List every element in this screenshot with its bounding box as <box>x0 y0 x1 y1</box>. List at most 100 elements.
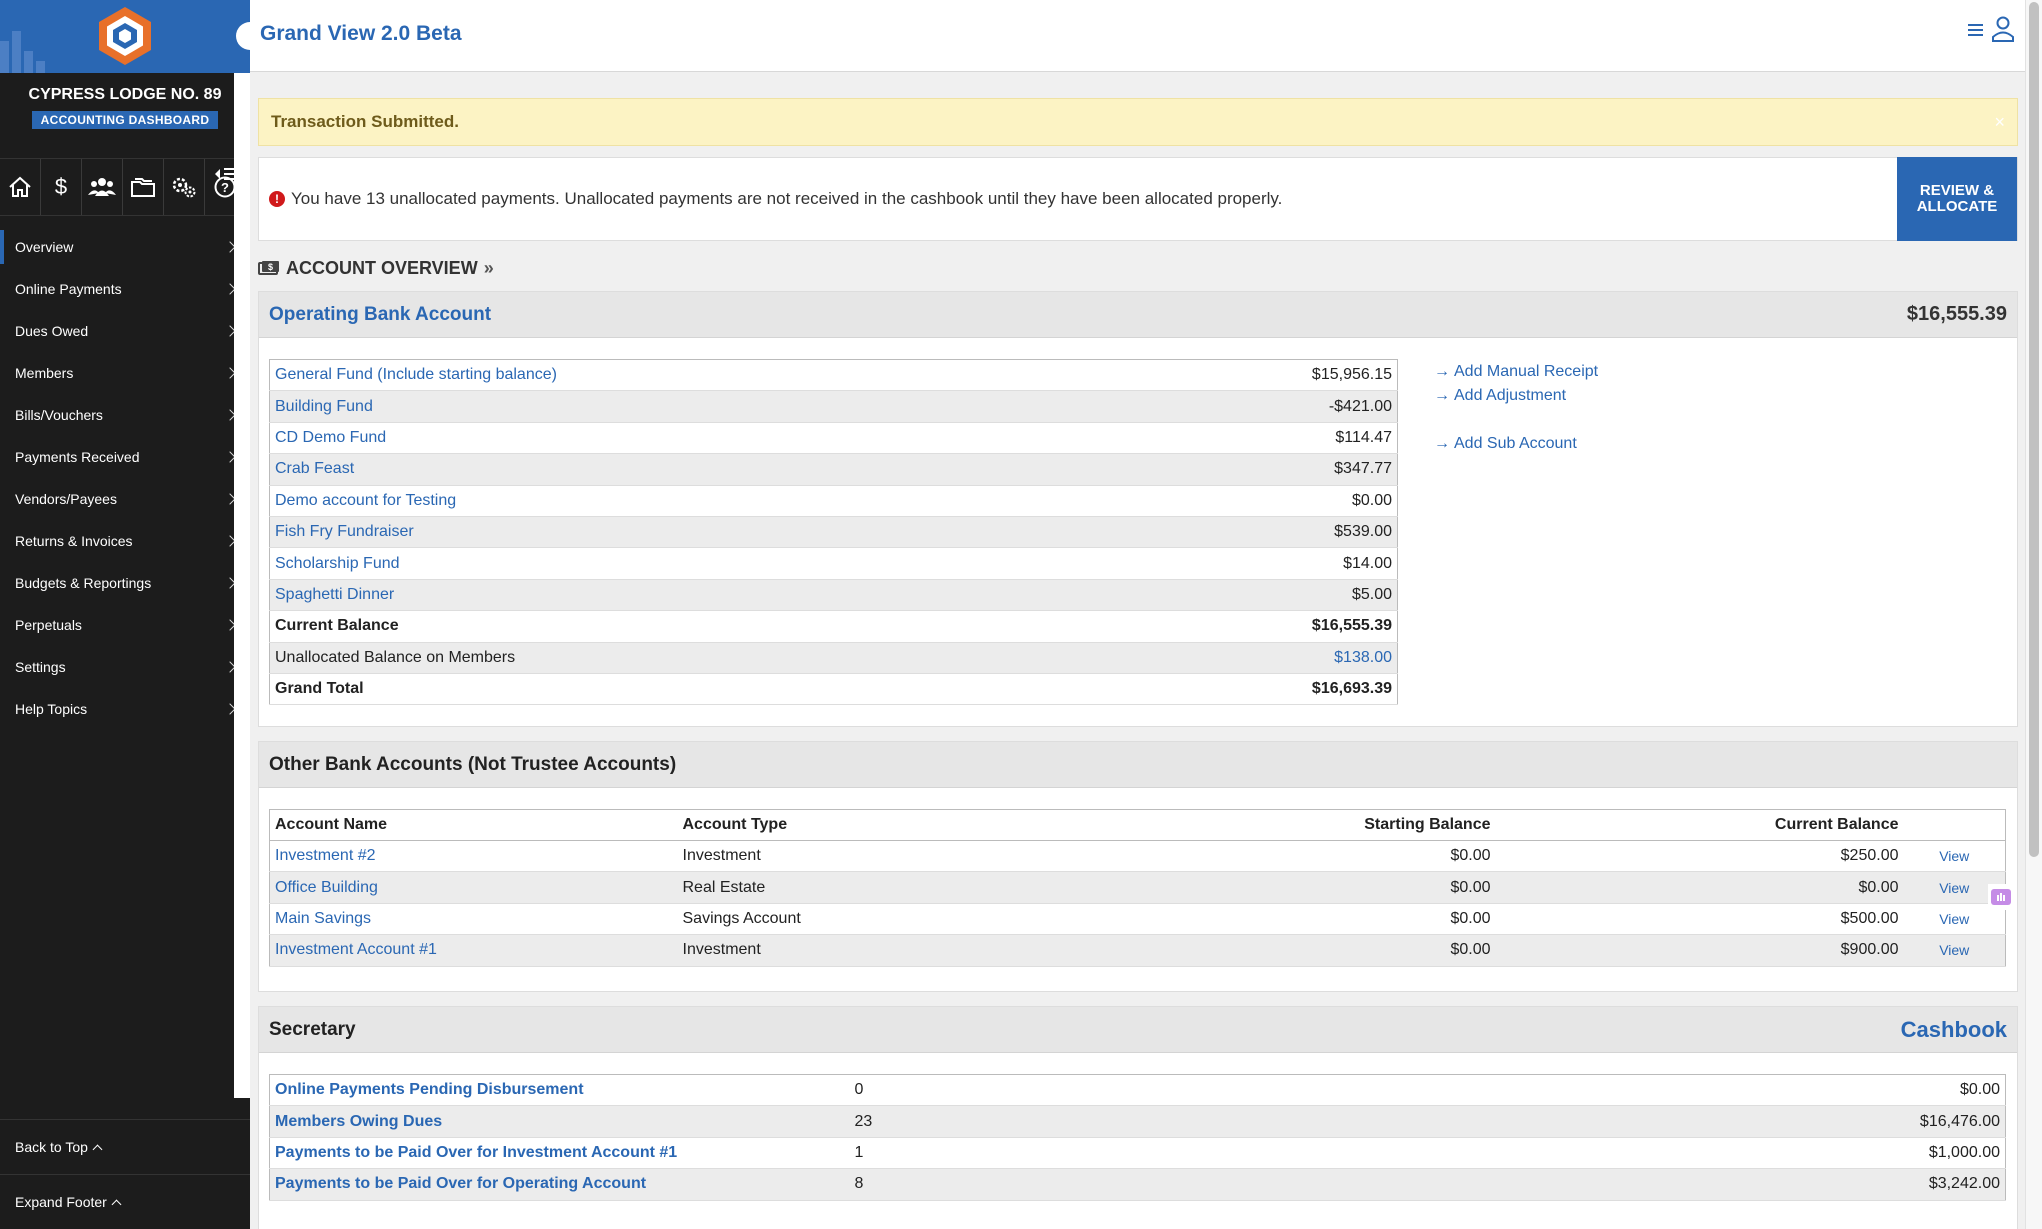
current-balance-row: Current Balance $16,555.39 <box>269 610 1398 643</box>
sidebar-item-help-topics[interactable]: Help Topics <box>0 688 250 730</box>
hand-icon <box>1991 889 2011 905</box>
operating-account-title[interactable]: Operating Bank Account <box>269 304 491 326</box>
table-header-row: Account Name Account Type Starting Balan… <box>269 809 2006 841</box>
fund-link[interactable]: Demo account for Testing <box>275 492 456 509</box>
secretary-item-link[interactable]: Payments to be Paid Over for Investment … <box>269 1137 850 1170</box>
sidebar-item-online-payments[interactable]: Online Payments <box>0 268 250 310</box>
folder-icon[interactable] <box>123 159 164 215</box>
expand-footer-link[interactable]: Expand Footer <box>0 1174 250 1229</box>
close-icon[interactable]: × <box>1994 112 2005 133</box>
sidebar-nav: Overview Online Payments Dues Owed Membe… <box>0 216 250 730</box>
table-row: Spaghetti Dinner $5.00 <box>269 579 1398 612</box>
sidebar-item-label: Budgets & Reportings <box>15 575 152 591</box>
fund-link[interactable]: Spaghetti Dinner <box>275 586 394 603</box>
cashbook-link[interactable]: Cashbook <box>1901 1017 2007 1043</box>
table-row: Crab Feast $347.77 <box>269 453 1398 486</box>
table-row: Demo account for Testing $0.00 <box>269 485 1398 517</box>
add-adjustment-link[interactable]: → Add Adjustment <box>1434 384 1598 408</box>
money-bill-icon: $ <box>258 261 279 275</box>
account-link[interactable]: Investment Account #1 <box>275 941 437 958</box>
account-link[interactable]: Office Building <box>275 879 378 896</box>
table-row: Office Building Real Estate $0.00 $0.00 View <box>269 871 2006 904</box>
sidebar-item-label: Online Payments <box>15 281 122 297</box>
sidebar-item-budgets-reportings[interactable]: Budgets & Reportings <box>0 562 250 604</box>
account-link[interactable]: Main Savings <box>275 910 371 927</box>
fund-table: General Fund (Include starting balance) $… <box>269 359 1398 706</box>
home-icon[interactable] <box>0 159 41 215</box>
section-title: ACCOUNT OVERVIEW <box>286 257 478 278</box>
scrollbar-thumb[interactable] <box>2029 2 2039 857</box>
top-header: Grand View 2.0 Beta <box>250 0 2025 72</box>
alert-message: Transaction Submitted. <box>271 112 459 131</box>
fund-link[interactable]: CD Demo Fund <box>275 429 386 446</box>
sidebar-footer: Back to Top Expand Footer <box>0 1119 250 1229</box>
sidebar-logo-area <box>0 0 250 73</box>
table-row: Building Fund -$421.00 <box>269 390 1398 423</box>
view-link[interactable]: View <box>1903 840 2006 873</box>
secretary-item-link[interactable]: Members Owing Dues <box>269 1105 850 1138</box>
sidebar-item-settings[interactable]: Settings <box>0 646 250 688</box>
sidebar-item-bills-vouchers[interactable]: Bills/Vouchers <box>0 394 250 436</box>
double-chevron-right-icon[interactable]: » <box>484 258 494 279</box>
sidebar-item-label: Members <box>15 365 74 381</box>
page-scrollbar[interactable] <box>2025 0 2042 1229</box>
unallocated-link[interactable]: $138.00 <box>1334 649 1392 666</box>
sidebar-item-overview[interactable]: Overview <box>0 226 250 268</box>
review-allocate-button[interactable]: REVIEW & ALLOCATE <box>1897 157 2017 241</box>
secretary-item-link[interactable]: Payments to be Paid Over for Operating A… <box>269 1168 850 1201</box>
back-to-top-link[interactable]: Back to Top <box>0 1119 250 1174</box>
chevron-up-icon <box>92 1144 103 1154</box>
hamburger-menu-icon[interactable] <box>1967 21 1985 39</box>
feedback-widget[interactable] <box>1988 884 2014 910</box>
sidebar-item-dues-owed[interactable]: Dues Owed <box>0 310 250 352</box>
sidebar-item-label: Returns & Invoices <box>15 533 133 549</box>
members-icon[interactable] <box>82 159 123 215</box>
fund-link[interactable]: Crab Feast <box>275 460 354 477</box>
table-row: Investment Account #1 Investment $0.00 $900… <box>269 934 2006 967</box>
sidebar-item-payments-received[interactable]: Payments Received <box>0 436 250 478</box>
arrow-right-icon: → <box>1434 363 1450 380</box>
logo-icon[interactable] <box>96 5 154 67</box>
view-link[interactable]: View <box>1903 934 2006 967</box>
fund-link[interactable]: Fish Fry Fundraiser <box>275 523 414 540</box>
user-icon[interactable] <box>1991 16 2015 42</box>
table-row: Online Payments Pending Disbursement 0 $0.… <box>269 1074 2006 1107</box>
lodge-name: CYPRESS LODGE NO. 89 <box>28 86 222 103</box>
sidebar-item-members[interactable]: Members <box>0 352 250 394</box>
sidebar-item-perpetuals[interactable]: Perpetuals <box>0 604 250 646</box>
sidebar-scrollbar[interactable] <box>234 73 250 1098</box>
other-accounts-title: Other Bank Accounts (Not Trustee Account… <box>269 753 677 775</box>
success-alert: Transaction Submitted. × <box>258 98 2018 146</box>
settings-gears-icon[interactable] <box>164 159 205 215</box>
add-sub-account-link[interactable]: → Add Sub Account <box>1434 432 1598 456</box>
dashboard-badge: ACCOUNTING DASHBOARD <box>31 111 219 129</box>
other-accounts-table: Account Name Account Type Starting Balan… <box>269 809 2006 967</box>
account-link[interactable]: Investment #2 <box>275 847 376 864</box>
fund-link[interactable]: Scholarship Fund <box>275 555 400 572</box>
fund-link[interactable]: General Fund (Include starting balance) <box>275 366 557 383</box>
app-title[interactable]: Grand View 2.0 Beta <box>260 22 462 46</box>
secretary-item-link[interactable]: Online Payments Pending Disbursement <box>269 1074 850 1107</box>
dollar-icon[interactable]: $ <box>41 159 82 215</box>
skyline-decoration-icon <box>0 31 45 73</box>
chevron-up-icon <box>111 1199 122 1209</box>
svg-text:$: $ <box>268 262 273 272</box>
table-row: Payments to be Paid Over for Investment … <box>269 1137 2006 1170</box>
sidebar-item-label: Overview <box>15 239 74 255</box>
secretary-table: Online Payments Pending Disbursement 0 $0.… <box>269 1074 2006 1201</box>
sidebar-item-vendors-payees[interactable]: Vendors/Payees <box>0 478 250 520</box>
unallocated-row: Unallocated Balance on Members $138.00 <box>269 642 1398 674</box>
sidebar-item-label: Help Topics <box>15 701 88 717</box>
sidebar-item-label: Perpetuals <box>15 617 82 633</box>
error-icon: ! <box>269 191 285 207</box>
unallocated-notice: ! You have 13 unallocated payments. Unal… <box>258 157 2018 241</box>
lodge-info: CYPRESS LODGE NO. 89 ACCOUNTING DASHBOAR… <box>0 73 250 180</box>
sidebar-item-returns-invoices[interactable]: Returns & Invoices <box>0 520 250 562</box>
table-row: CD Demo Fund $114.47 <box>269 422 1398 455</box>
add-manual-receipt-link[interactable]: → Add Manual Receipt <box>1434 360 1598 384</box>
table-row: Main Savings Savings Account $0.00 $500.00 V… <box>269 903 2006 936</box>
sidebar-item-label: Payments Received <box>15 449 140 465</box>
operating-account-amount: $16,555.39 <box>1906 303 2007 325</box>
fund-link[interactable]: Building Fund <box>275 398 373 415</box>
arrow-right-icon: → <box>1434 435 1450 452</box>
